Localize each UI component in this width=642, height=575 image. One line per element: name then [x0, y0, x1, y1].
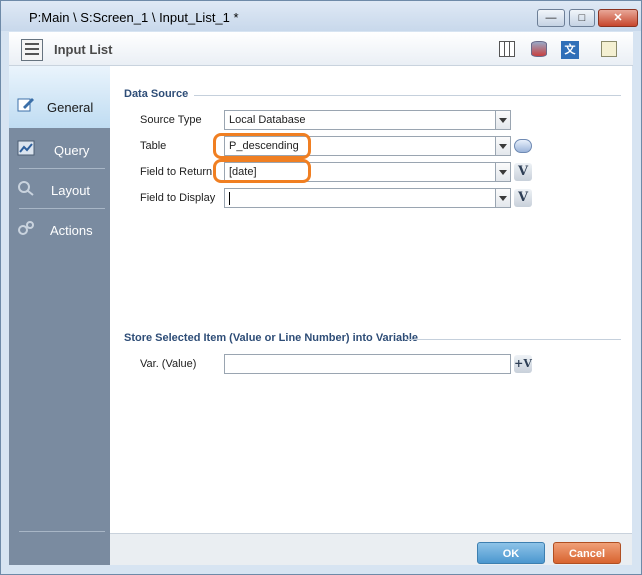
toolbar: Input List 文: [9, 32, 633, 66]
chevron-down-icon[interactable]: [495, 137, 510, 155]
sidebar-divider: [19, 168, 105, 169]
grid-icon[interactable]: [499, 41, 515, 57]
table-highlight: [213, 133, 311, 159]
maximize-button[interactable]: □: [569, 9, 595, 27]
sidebar: General Query Layout Actions: [9, 66, 110, 565]
source-type-select[interactable]: Local Database: [224, 110, 511, 130]
field-to-display-label: Field to Display: [140, 192, 216, 204]
button-bar: OK Cancel: [110, 533, 632, 565]
chevron-down-icon[interactable]: [495, 163, 510, 181]
table-link-icon[interactable]: [514, 139, 532, 153]
window-title: P:Main \ S:Screen_1 \ Input_List_1 *: [29, 10, 239, 25]
magnifier-icon: [18, 181, 34, 196]
database-icon[interactable]: [531, 41, 547, 57]
variable-icon[interactable]: V: [514, 163, 532, 181]
dialog-window: P:Main \ S:Screen_1 \ Input_List_1 * — □…: [0, 0, 642, 575]
sidebar-item-query[interactable]: Query: [9, 136, 110, 176]
note-icon[interactable]: [601, 41, 617, 57]
table-label: Table: [140, 140, 167, 152]
section-divider: [406, 339, 621, 340]
input-list-icon: [21, 39, 43, 61]
store-variable-heading: Store Selected Item (Value or Line Numbe…: [124, 332, 419, 344]
variable-icon[interactable]: V: [514, 189, 532, 207]
main-panel: Data Source Source Type Local Database T…: [110, 66, 632, 533]
dialog-heading: Input List: [54, 42, 113, 57]
text-caret: [229, 192, 230, 205]
sidebar-item-label: General: [47, 100, 94, 115]
ok-button[interactable]: OK: [477, 542, 545, 564]
cancel-button[interactable]: Cancel: [553, 542, 621, 564]
field-to-display-select[interactable]: [224, 188, 511, 208]
add-variable-icon[interactable]: +V: [514, 355, 532, 373]
sidebar-item-label: Actions: [50, 223, 93, 238]
chevron-down-icon[interactable]: [495, 189, 510, 207]
sidebar-item-label: Layout: [51, 183, 91, 198]
sidebar-item-label: Query: [54, 143, 90, 158]
sidebar-item-actions[interactable]: Actions: [9, 216, 110, 256]
translate-icon[interactable]: 文: [561, 41, 579, 59]
source-type-label: Source Type: [140, 114, 202, 126]
source-type-value: Local Database: [229, 114, 306, 126]
pencil-icon: [17, 98, 34, 112]
section-divider: [194, 95, 621, 96]
close-button[interactable]: ✕: [598, 9, 638, 27]
gears-icon: [18, 221, 34, 235]
var-value-input[interactable]: [224, 354, 511, 374]
sidebar-item-layout[interactable]: Layout: [9, 176, 110, 216]
minimize-button[interactable]: —: [537, 9, 565, 27]
sidebar-divider: [19, 208, 105, 209]
sidebar-item-general[interactable]: General: [9, 66, 110, 128]
data-source-heading: Data Source: [124, 88, 189, 100]
title-bar: P:Main \ S:Screen_1 \ Input_List_1 * — □…: [1, 1, 641, 31]
chart-icon: [17, 140, 35, 156]
sidebar-divider: [19, 531, 105, 532]
field-to-return-label: Field to Return: [140, 166, 213, 178]
field-to-return-highlight: [213, 159, 311, 183]
chevron-down-icon[interactable]: [495, 111, 510, 129]
var-value-label: Var. (Value): [140, 358, 197, 370]
